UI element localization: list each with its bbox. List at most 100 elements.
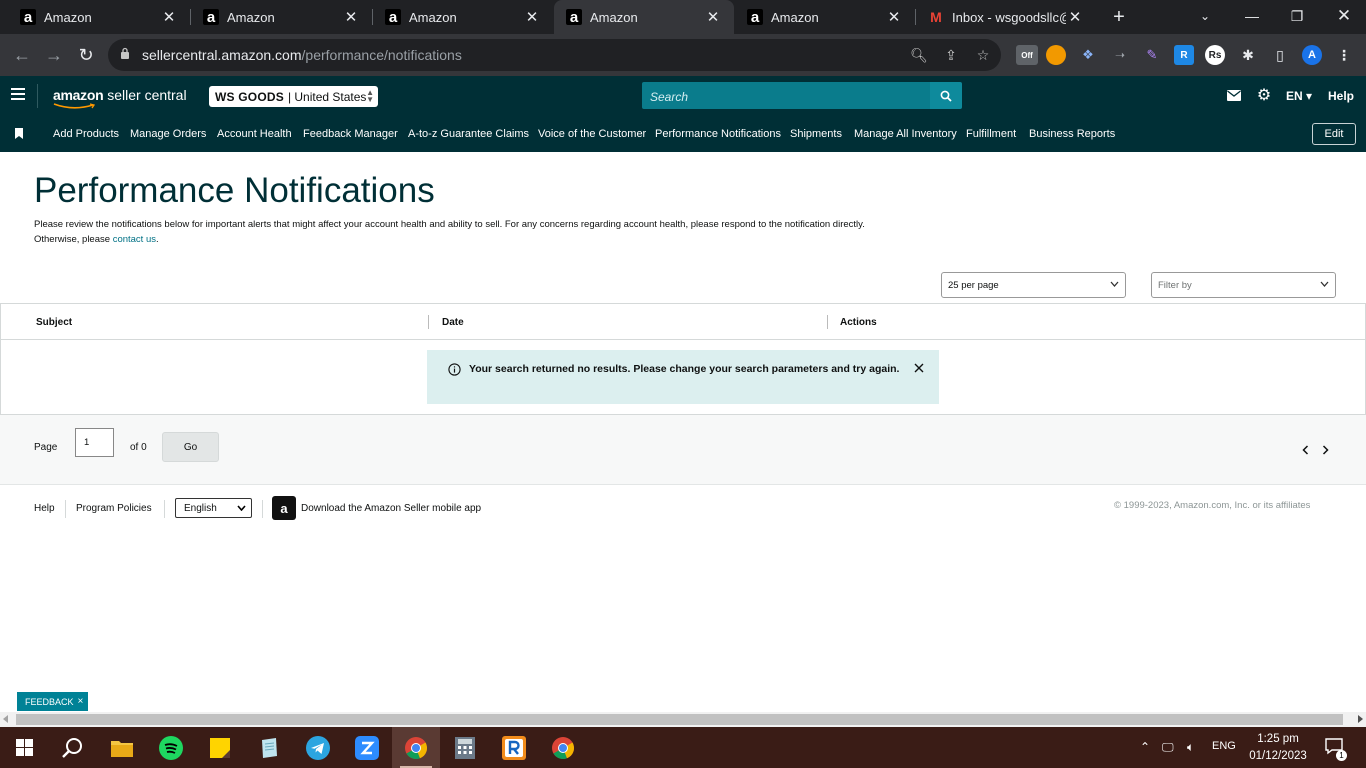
nav-business-reports[interactable]: Business Reports [1029, 128, 1115, 140]
minimize-button[interactable]: — [1238, 4, 1266, 28]
seller-central-logo[interactable]: amazon seller central [53, 87, 187, 103]
close-icon[interactable]: ✕ [1066, 8, 1084, 26]
extension-rs-icon[interactable]: Rs [1205, 45, 1225, 65]
nav-voice-of-customer[interactable]: Voice of the Customer [538, 128, 646, 140]
extension-feather-icon[interactable]: ✎ [1142, 45, 1162, 65]
browser-tab-active[interactable]: a Amazon ✕ [554, 0, 734, 34]
nav-fulfillment[interactable]: Fulfillment [966, 128, 1016, 140]
nav-feedback-manager[interactable]: Feedback Manager [303, 128, 398, 140]
close-icon[interactable]: ✕ [342, 8, 360, 26]
calculator-icon[interactable] [441, 727, 489, 768]
page-label: Page [34, 442, 58, 453]
chrome-active-icon[interactable] [392, 727, 440, 768]
search-button[interactable] [930, 82, 962, 109]
tab-title: Amazon [771, 9, 819, 25]
nav-atoz-claims[interactable]: A-to-z Guarantee Claims [408, 128, 529, 140]
chrome-icon[interactable] [539, 727, 587, 768]
address-bar[interactable]: sellercentral.amazon.com/performance/not… [108, 39, 1001, 71]
close-icon[interactable]: ✕ [523, 8, 541, 26]
browser-menu-icon[interactable]: ⋮ [1334, 45, 1354, 65]
column-date[interactable]: Date [442, 317, 464, 328]
amazon-icon: a [747, 9, 763, 26]
bookmark-star-icon[interactable]: ☆ [973, 45, 993, 65]
notepad-icon[interactable] [245, 727, 293, 768]
windows-start-icon[interactable] [0, 727, 48, 768]
download-app-link[interactable]: Download the Amazon Seller mobile app [301, 503, 481, 514]
nav-performance-notifications[interactable]: Performance Notifications [655, 128, 781, 140]
reload-button[interactable]: ↻ [74, 43, 98, 67]
settings-gear-icon[interactable]: ⚙ [1255, 86, 1273, 104]
extension-r-icon[interactable]: R [1174, 45, 1194, 65]
scroll-right-icon[interactable] [1358, 715, 1363, 723]
browser-tab[interactable]: a Amazon ✕ [191, 0, 372, 34]
restore-button[interactable]: ❐ [1283, 4, 1311, 28]
close-icon[interactable] [913, 362, 925, 374]
browser-tab[interactable]: a Amazon ✕ [0, 0, 190, 34]
back-button[interactable]: ← [10, 43, 34, 67]
nav-manage-orders[interactable]: Manage Orders [130, 128, 206, 140]
sticky-notes-icon[interactable] [196, 727, 244, 768]
input-language[interactable]: ENG [1212, 740, 1236, 752]
network-icon[interactable]: 🖵︎ [1162, 740, 1174, 755]
close-window-button[interactable]: ✕ [1330, 4, 1358, 28]
bookmark-icon[interactable] [15, 128, 23, 139]
feedback-button[interactable]: FEEDBACK × [17, 692, 89, 711]
forward-button[interactable]: → [42, 43, 66, 67]
next-page-chevron-icon[interactable] [1319, 443, 1331, 457]
tray-overflow-chevron-icon[interactable]: ⌃ [1140, 740, 1150, 754]
nav-add-products[interactable]: Add Products [53, 128, 119, 140]
zoom-app-icon[interactable] [343, 727, 391, 768]
nav-shipments[interactable]: Shipments [790, 128, 842, 140]
new-tab-button[interactable]: + [1108, 6, 1130, 28]
extension-off-icon[interactable]: Off [1016, 45, 1038, 65]
browser-tab[interactable]: a Amazon ✕ [735, 0, 915, 34]
taskbar-clock[interactable]: 1:25 pm 01/12/2023 [1243, 731, 1313, 765]
contact-us-link[interactable]: contact us [113, 234, 156, 245]
search-input[interactable]: Search [642, 82, 930, 109]
close-icon[interactable]: ✕ [885, 8, 903, 26]
extensions-puzzle-icon[interactable]: ✱ [1238, 45, 1258, 65]
close-icon[interactable]: × [78, 696, 84, 707]
zoom-icon[interactable]: 🔍︎ [909, 45, 929, 65]
lock-icon [121, 47, 129, 59]
search-icon[interactable] [48, 727, 96, 768]
close-icon[interactable]: ✕ [160, 8, 178, 26]
browser-tab[interactable]: a Amazon ✕ [373, 0, 553, 34]
footer-help-link[interactable]: Help [34, 503, 55, 514]
amazon-seller-app-icon[interactable]: a [272, 496, 296, 520]
extension-blue-icon[interactable]: ❖ [1078, 45, 1098, 65]
extension-arrow-icon[interactable]: ➝ [1110, 45, 1130, 65]
browser-tab[interactable]: M Inbox - wsgoodsllc@ ✕ [916, 0, 1096, 34]
mail-icon[interactable] [1225, 86, 1243, 104]
horizontal-scrollbar[interactable] [0, 712, 1366, 727]
file-explorer-icon[interactable] [98, 727, 146, 768]
scrollbar-thumb[interactable] [16, 714, 1343, 725]
edit-bookmarks-button[interactable]: Edit [1312, 123, 1356, 145]
program-policies-link[interactable]: Program Policies [76, 503, 152, 514]
footer-language-select[interactable]: English [175, 498, 252, 518]
go-button[interactable]: Go [162, 432, 219, 462]
extension-orange-icon[interactable] [1046, 45, 1066, 65]
column-subject[interactable]: Subject [36, 317, 72, 328]
nav-account-health[interactable]: Account Health [217, 128, 292, 140]
profile-avatar[interactable]: A [1302, 45, 1322, 65]
tab-search-icon[interactable]: ⌄ [1195, 6, 1215, 26]
language-selector[interactable]: EN ▾ [1286, 89, 1312, 103]
volume-icon[interactable]: 🔈︎ [1187, 740, 1194, 755]
help-link[interactable]: Help [1328, 89, 1354, 103]
account-switcher[interactable]: WS GOODS | United States ▲ ▼ [209, 86, 378, 107]
per-page-select[interactable]: 25 per page [941, 272, 1126, 298]
r-app-icon[interactable] [490, 727, 538, 768]
filter-select[interactable]: Filter by [1151, 272, 1336, 298]
telegram-icon[interactable] [294, 727, 342, 768]
hamburger-menu-icon[interactable] [11, 88, 25, 104]
scroll-left-icon[interactable] [3, 715, 8, 723]
share-icon[interactable]: ⇪ [941, 45, 961, 65]
prev-page-chevron-icon[interactable] [1299, 443, 1311, 457]
spotify-icon[interactable] [147, 727, 195, 768]
pagination-bar: Page 1 of 0 Go [0, 415, 1366, 485]
nav-manage-inventory[interactable]: Manage All Inventory [854, 128, 957, 140]
close-icon[interactable]: ✕ [704, 8, 722, 26]
page-number-input[interactable]: 1 [75, 428, 114, 457]
side-panel-icon[interactable]: ▯ [1270, 45, 1290, 65]
